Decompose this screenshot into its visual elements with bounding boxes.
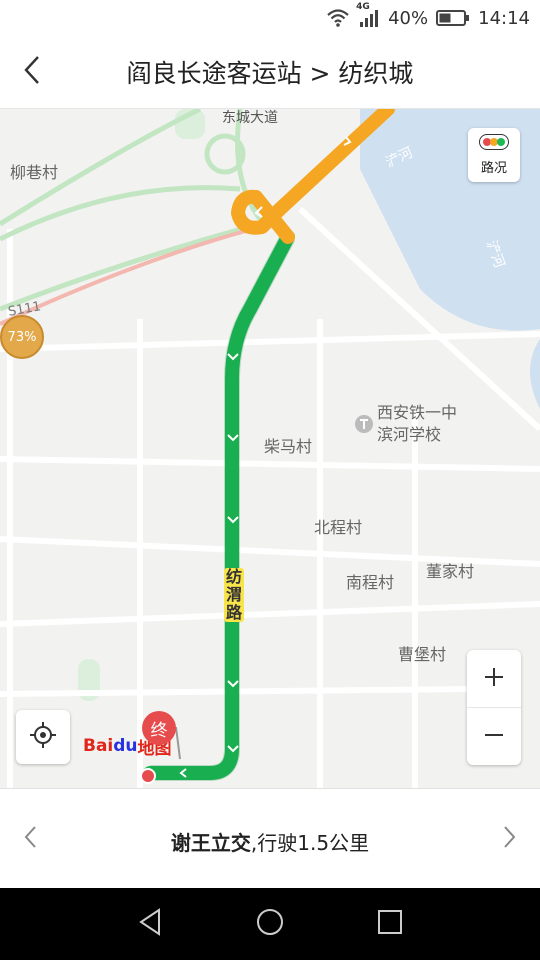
status-bar: 4G 40% 14:14 [0,0,540,36]
instruction-text: 谢王立交,行驶1.5公里 [0,827,540,856]
signal-icon: 4G [356,2,380,28]
map-label-liuxiang: 柳巷村 [10,163,59,182]
nav-recents-button[interactable] [360,904,420,944]
traffic-label: 路况 [480,161,507,176]
status-icons: 4G 40% 14:14 [326,2,530,30]
map-label-chaima: 柴马村 [264,437,313,456]
traffic-toggle-button[interactable]: 路况 [468,128,520,182]
plus-icon [483,661,505,696]
zoom-in-button[interactable] [467,650,521,708]
square-recents-icon [377,909,403,939]
map-label-beicheng: 北程村 [314,518,363,537]
nav-home-button[interactable] [240,904,300,944]
map-label-nancheng: 南程村 [346,573,395,592]
locate-me-button[interactable] [16,710,70,764]
map-label-dongjia: 董家村 [426,562,475,581]
road-name-label: 纺渭路 [224,567,244,622]
clock: 14:14 [478,7,530,29]
network-type: 4G [356,2,370,12]
traffic-light-icon [479,134,509,154]
triangle-back-icon [137,908,163,940]
map-view[interactable]: 柳巷村 东城大道 浐河 浐河 西安铁一中 滨河学校 柴马村 北程村 董家村 南程… [0,109,540,788]
instruction-bar: 谢王立交,行驶1.5公里 [0,788,540,889]
progress-badge: 73% [0,315,44,359]
header: 阎良长途客运站 > 纺织城 [0,36,540,109]
map-label-caobao: 曹堡村 [398,645,447,664]
zoom-out-button[interactable] [467,708,521,765]
next-step-button[interactable] [490,819,530,859]
circle-home-icon [255,907,285,941]
battery-icon [436,9,470,27]
map-label-chengdadao: 东城大道 [222,110,278,126]
system-nav-bar [0,888,540,960]
instruction-road: 谢王立交 [170,831,251,855]
end-marker[interactable]: 终 [142,711,176,745]
map-label-school-line2: 滨河学校 [377,425,442,444]
battery-percent: 40% [388,7,429,29]
chevron-right-icon [503,825,517,853]
paw-icon: du [113,736,138,756]
zoom-control [467,650,521,765]
minus-icon [483,719,505,754]
page-title: 阎良长途客运站 > 纺织城 [126,59,414,88]
instruction-detail: ,行驶1.5公里 [250,831,370,855]
nav-back-button[interactable] [120,904,180,944]
map-label-school-line1: 西安铁一中 [377,403,458,422]
wifi-icon [326,8,350,28]
crosshair-icon [29,721,57,753]
